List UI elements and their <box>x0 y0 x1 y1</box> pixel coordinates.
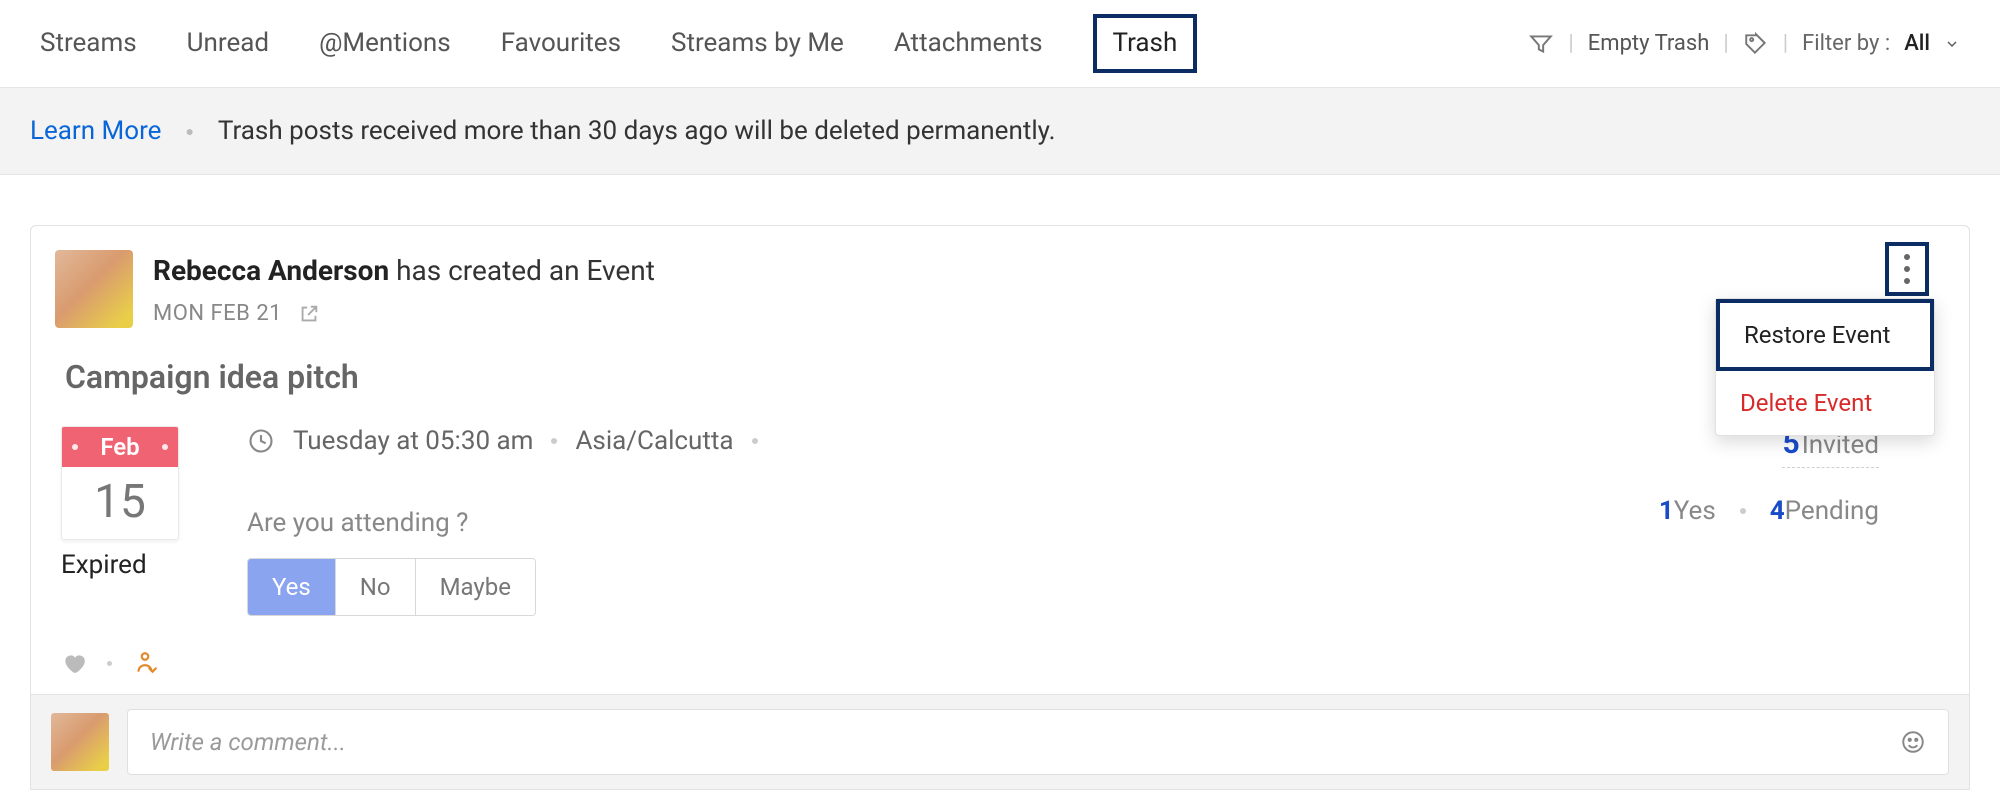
post-action-text: has created an Event <box>389 254 655 287</box>
notice-bar: Learn More ● Trash posts received more t… <box>0 88 2000 175</box>
attend-maybe-button[interactable]: Maybe <box>416 559 535 615</box>
post-header-text: Rebecca Anderson has created an Event MO… <box>153 250 1939 326</box>
event-timezone: Asia/Calcutta <box>575 426 733 456</box>
tag-icon[interactable] <box>1743 31 1769 57</box>
event-time: Tuesday at 05:30 am <box>293 426 533 456</box>
separator: | <box>1568 31 1573 56</box>
event-time-line: Tuesday at 05:30 am Asia/Calcutta <box>247 426 1659 456</box>
calendar-status: Expired <box>61 550 191 580</box>
more-menu-button[interactable] <box>1885 242 1929 296</box>
event-body: Campaign idea pitch Feb 15 Expired <box>31 328 1969 636</box>
rsvp-breakdown: 1Yes 4Pending <box>1659 496 1879 526</box>
calendar-day: 15 <box>62 467 178 539</box>
post-header: Rebecca Anderson has created an Event MO… <box>31 226 1969 328</box>
empty-trash-link[interactable]: Empty Trash <box>1588 31 1710 56</box>
like-icon[interactable] <box>61 650 87 676</box>
content-area: Rebecca Anderson has created an Event MO… <box>0 175 2000 790</box>
dot-separator: ● <box>185 123 193 140</box>
post-actions <box>31 636 1969 694</box>
calendar-block: Feb 15 Expired <box>61 426 191 580</box>
event-card: Rebecca Anderson has created an Event MO… <box>30 225 1970 790</box>
filter-by-label: Filter by : <box>1802 31 1890 56</box>
event-meta: Tuesday at 05:30 am Asia/Calcutta Are yo… <box>191 426 1659 616</box>
tab-streams-by-me[interactable]: Streams by Me <box>671 28 844 59</box>
calendar-tile: Feb 15 <box>61 426 179 540</box>
tab-trash[interactable]: Trash <box>1093 14 1198 73</box>
tab-mentions[interactable]: @Mentions <box>319 28 451 59</box>
calendar-month: Feb <box>62 427 178 467</box>
comment-input[interactable] <box>150 728 1900 756</box>
pending-count[interactable]: 4Pending <box>1770 496 1879 526</box>
tab-bar-actions: | Empty Trash | | Filter by : All <box>1528 31 1960 57</box>
attend-yes-button[interactable]: Yes <box>248 559 336 615</box>
tab-bar: Streams Unread @Mentions Favourites Stre… <box>0 0 2000 88</box>
attend-question: Are you attending ? <box>247 508 1659 538</box>
share-icon[interactable] <box>132 650 158 676</box>
tab-favourites[interactable]: Favourites <box>501 28 621 59</box>
event-title: Campaign idea pitch <box>65 358 1939 396</box>
learn-more-link[interactable]: Learn More <box>30 116 161 146</box>
dot-separator <box>752 438 758 444</box>
separator: | <box>1783 31 1788 56</box>
dot-separator <box>551 438 557 444</box>
filter-icon[interactable] <box>1528 31 1554 57</box>
tab-list: Streams Unread @Mentions Favourites Stre… <box>40 14 1197 73</box>
menu-item-restore-event[interactable]: Restore Event <box>1716 299 1934 371</box>
dot-separator <box>107 661 112 666</box>
author-avatar[interactable] <box>55 250 133 328</box>
post-date-line: MON FEB 21 <box>153 301 1939 326</box>
invite-stats: 5Invited 1Yes 4Pending <box>1659 426 1939 526</box>
separator: | <box>1723 31 1728 56</box>
event-row: Feb 15 Expired Tuesday at 05:30 am <box>61 426 1939 616</box>
emoji-icon[interactable] <box>1900 729 1926 755</box>
clock-icon <box>247 427 275 455</box>
yes-count[interactable]: 1Yes <box>1659 496 1716 526</box>
comment-avatar[interactable] <box>51 713 109 771</box>
post-date: MON FEB 21 <box>153 301 282 326</box>
open-external-icon[interactable] <box>298 303 320 325</box>
tab-streams[interactable]: Streams <box>40 28 137 59</box>
tab-unread[interactable]: Unread <box>187 28 269 59</box>
filter-by-value[interactable]: All <box>1904 31 1930 56</box>
dot-separator <box>1740 508 1746 514</box>
comment-bar <box>31 694 1969 789</box>
post-author[interactable]: Rebecca Anderson <box>153 254 389 287</box>
menu-item-delete-event[interactable]: Delete Event <box>1716 371 1934 435</box>
chevron-down-icon[interactable] <box>1944 36 1960 52</box>
notice-message: Trash posts received more than 30 days a… <box>218 116 1056 146</box>
tab-attachments[interactable]: Attachments <box>894 28 1043 59</box>
post-more-menu: Restore Event Delete Event <box>1715 298 1935 436</box>
comment-input-wrap[interactable] <box>127 709 1949 775</box>
post-author-line: Rebecca Anderson has created an Event <box>153 254 1939 287</box>
attend-button-group: Yes No Maybe <box>247 558 536 616</box>
attend-no-button[interactable]: No <box>336 559 416 615</box>
